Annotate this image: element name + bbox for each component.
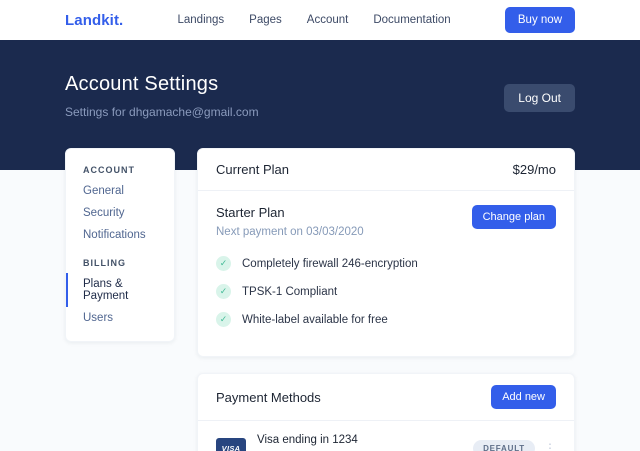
nav-link-landings[interactable]: Landings [177, 14, 224, 26]
account-settings-page: Landkit. Landings Pages Account Document… [0, 0, 640, 451]
default-badge: DEFAULT [473, 440, 535, 451]
payment-methods-card: Payment Methods Add new VISA Visa ending… [197, 373, 575, 451]
landkit-logo[interactable]: Landkit. [65, 12, 123, 29]
feature-text: Completely firewall 246-encryption [242, 258, 418, 270]
nav-link-account[interactable]: Account [307, 14, 349, 26]
content-area: ACCOUNT General Security Notifications B… [0, 148, 640, 451]
sidebar-heading-billing: BILLING [83, 258, 166, 268]
payment-method-info: Visa ending in 1234 Expires 03/2024 [257, 434, 358, 451]
sidebar-item-security[interactable]: Security [83, 202, 166, 224]
sidebar-heading-account: ACCOUNT [83, 165, 166, 175]
next-payment-text: Next payment on 03/03/2020 [216, 226, 364, 238]
check-icon: ✓ [216, 256, 231, 271]
logout-button[interactable]: Log Out [504, 84, 575, 112]
buy-now-button[interactable]: Buy now [505, 7, 575, 33]
sidebar-item-notifications[interactable]: Notifications [83, 224, 166, 246]
visa-card-icon: VISA [216, 438, 246, 451]
check-icon: ✓ [216, 312, 231, 327]
add-new-button[interactable]: Add new [491, 385, 556, 409]
current-plan-card: Current Plan $29/mo Starter Plan Next pa… [197, 148, 575, 357]
feature-text: TPSK-1 Compliant [242, 286, 337, 298]
nav-link-pages[interactable]: Pages [249, 14, 282, 26]
current-plan-header: Current Plan $29/mo [198, 149, 574, 191]
change-plan-button[interactable]: Change plan [472, 205, 556, 229]
top-navbar: Landkit. Landings Pages Account Document… [0, 0, 640, 40]
plan-feature: ✓ Completely firewall 246-encryption [216, 256, 556, 271]
payment-method-row-visa: VISA Visa ending in 1234 Expires 03/2024… [198, 421, 574, 451]
plan-features-list: ✓ Completely firewall 246-encryption ✓ T… [216, 256, 556, 352]
plan-info: Starter Plan Next payment on 03/03/2020 [216, 205, 364, 238]
current-plan-title: Current Plan [216, 162, 289, 177]
nav-links: Landings Pages Account Documentation [123, 14, 505, 26]
current-plan-body: Starter Plan Next payment on 03/03/2020 … [198, 191, 574, 356]
plan-price: $29/mo [513, 162, 556, 177]
sidebar-item-users[interactable]: Users [83, 307, 166, 329]
check-icon: ✓ [216, 284, 231, 299]
plan-feature: ✓ White-label available for free [216, 312, 556, 327]
plan-feature: ✓ TPSK-1 Compliant [216, 284, 556, 299]
plan-name: Starter Plan [216, 205, 364, 220]
sidebar-item-general[interactable]: General [83, 180, 166, 202]
plan-summary-row: Starter Plan Next payment on 03/03/2020 … [216, 205, 556, 238]
hero-text: Account Settings Settings for dhgamache@… [65, 73, 259, 119]
page-subtitle: Settings for dhgamache@gmail.com [65, 105, 259, 119]
sidebar-item-plans-payment[interactable]: Plans & Payment [66, 273, 166, 307]
settings-sidebar: ACCOUNT General Security Notifications B… [65, 148, 175, 342]
payment-methods-header: Payment Methods Add new [198, 374, 574, 421]
payment-method-title: Visa ending in 1234 [257, 434, 358, 446]
payment-method-actions: DEFAULT ⋮ [473, 440, 556, 451]
feature-text: White-label available for free [242, 314, 388, 326]
nav-link-documentation[interactable]: Documentation [373, 14, 450, 26]
kebab-menu-icon[interactable]: ⋮ [544, 442, 556, 451]
page-title: Account Settings [65, 73, 259, 96]
payment-methods-title: Payment Methods [216, 390, 321, 405]
settings-main-column: Current Plan $29/mo Starter Plan Next pa… [197, 148, 575, 451]
